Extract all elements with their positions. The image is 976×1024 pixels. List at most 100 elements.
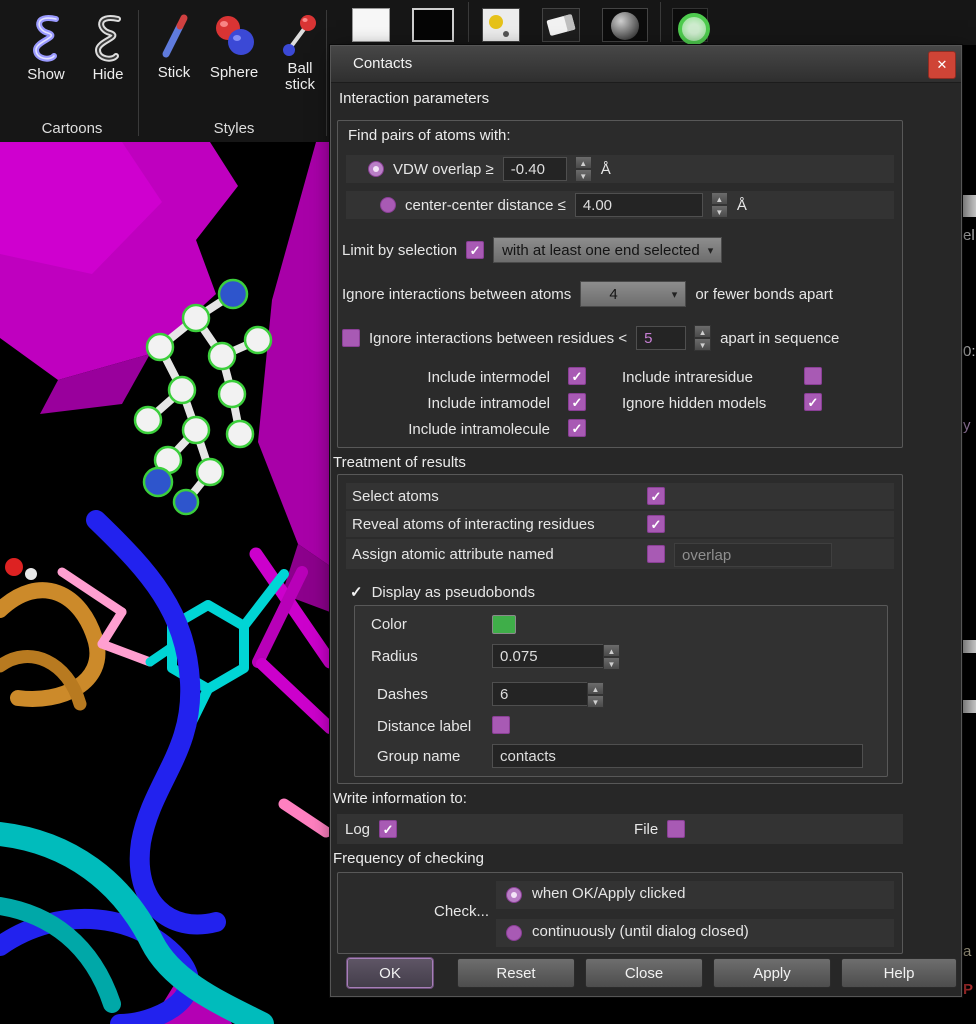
surface-sphere-button[interactable] (602, 8, 648, 42)
spin-down-icon[interactable]: ▼ (711, 205, 728, 218)
clipped-text-fragment: el (963, 227, 975, 244)
clipped-text-fragment: y (963, 417, 971, 434)
include-intramolecule-checkbox[interactable]: ✓ (568, 419, 586, 437)
dashes-label: Dashes (377, 686, 428, 703)
distance-label-label: Distance label (377, 718, 471, 735)
spin-down-icon[interactable]: ▼ (694, 338, 711, 351)
pseudobonds-toggle-row[interactable]: ✓ Display as pseudobonds (350, 581, 894, 603)
spin-up-icon[interactable]: ▲ (587, 682, 604, 695)
assign-attribute-field[interactable]: overlap (674, 543, 832, 567)
close-dialog-button[interactable]: Close (585, 958, 703, 988)
residues-apart-checkbox[interactable] (342, 329, 360, 347)
dialog-title: Contacts (353, 46, 412, 82)
center-distance-field[interactable]: 4.00 (575, 193, 703, 217)
select-atoms-label: Select atoms (352, 488, 439, 505)
limit-selection-row: Limit by selection ✓ with at least one e… (342, 235, 894, 265)
check-on-apply-radio[interactable] (506, 887, 522, 903)
white-color-swatch-button[interactable] (352, 8, 390, 42)
spin-up-icon[interactable]: ▲ (603, 644, 620, 657)
check-continuously-label: continuously (until dialog closed) (532, 923, 749, 940)
spin-up-icon[interactable]: ▲ (711, 192, 728, 205)
file-checkbox[interactable] (667, 820, 685, 838)
cartoon-hide-button[interactable]: Hide (80, 12, 136, 84)
treatment-section-label: Treatment of results (333, 454, 466, 471)
color-label: Color (371, 616, 407, 633)
vdw-unit-label: Å (601, 161, 611, 178)
spin-down-icon[interactable]: ▼ (575, 169, 592, 182)
write-section-label: Write information to: (333, 790, 467, 807)
spin-up-icon[interactable]: ▲ (694, 325, 711, 338)
spin-down-icon[interactable]: ▼ (587, 695, 604, 708)
distance-label-checkbox[interactable] (492, 716, 510, 734)
eraser-tool-button[interactable] (542, 8, 580, 42)
interaction-parameters-label: Interaction parameters (339, 90, 489, 107)
spin-down-icon[interactable]: ▼ (603, 657, 620, 670)
residues-apart-field[interactable]: 5 (636, 326, 686, 350)
ignore-hidden-checkbox[interactable]: ✓ (804, 393, 822, 411)
vdw-overlap-spinner[interactable]: ▲▼ (575, 156, 592, 182)
check-icon: ✓ (572, 396, 583, 409)
pseudobond-color-swatch[interactable] (492, 615, 516, 634)
residues-apart-spinner[interactable]: ▲▼ (694, 325, 711, 351)
assign-attribute-checkbox[interactable] (647, 545, 665, 563)
vdw-overlap-field[interactable]: -0.40 (503, 157, 567, 181)
vdw-overlap-radio[interactable] (368, 161, 384, 177)
molecular-viewport[interactable] (0, 142, 330, 1024)
dialog-button-row: OK Reset Close Apply Help (331, 958, 963, 990)
assign-attribute-label: Assign atomic attribute named (352, 546, 554, 563)
style-ballstick-label-2: stick (285, 76, 315, 94)
group-name-field[interactable]: contacts (492, 744, 863, 768)
include-intramodel-checkbox[interactable]: ✓ (568, 393, 586, 411)
check-icon: ✓ (572, 370, 583, 383)
check-icon: ✓ (383, 823, 394, 836)
eraser-icon (546, 14, 575, 36)
toolbar-separator (326, 10, 327, 136)
residues-apart-suffix: apart in sequence (720, 330, 839, 347)
dialog-titlebar[interactable]: Contacts ✕ (331, 46, 961, 83)
include-intramolecule-label: Include intramolecule (362, 421, 550, 438)
close-button[interactable]: ✕ (928, 51, 956, 79)
ok-button[interactable]: OK (347, 958, 433, 988)
vdw-overlap-row: VDW overlap ≥ -0.40▲▼ Å (346, 155, 894, 183)
style-ballstick-button[interactable]: Ball stick (272, 12, 328, 94)
reset-button[interactable]: Reset (457, 958, 575, 988)
cartoon-show-icon (24, 12, 68, 64)
cartoon-show-button[interactable]: Show (18, 12, 74, 84)
green-circle-button[interactable] (672, 8, 708, 42)
center-distance-unit-label: Å (737, 197, 747, 214)
select-atoms-checkbox[interactable]: ✓ (647, 487, 665, 505)
black-color-swatch-button[interactable] (412, 8, 454, 42)
center-distance-radio[interactable] (380, 197, 396, 213)
style-sphere-label: Sphere (210, 64, 258, 82)
help-button[interactable]: Help (841, 958, 957, 988)
center-distance-label: center-center distance ≤ (405, 197, 566, 214)
check-on-apply-label: when OK/Apply clicked (532, 885, 685, 902)
style-stick-button[interactable]: Stick (146, 12, 202, 82)
frequency-section-label: Frequency of checking (333, 850, 484, 867)
style-sphere-button[interactable]: Sphere (206, 12, 262, 82)
include-intermodel-label: Include intermodel (362, 369, 550, 386)
check-continuously-radio[interactable] (506, 925, 522, 941)
file-label: File (634, 821, 658, 838)
radius-label: Radius (371, 648, 418, 665)
limit-selection-dropdown[interactable]: with at least one end selected▾ (493, 237, 722, 263)
radius-field[interactable]: 0.075 (492, 644, 604, 668)
radius-spinner[interactable]: ▲▼ (603, 644, 620, 670)
clipped-text-fragment: a (963, 943, 971, 960)
log-checkbox[interactable]: ✓ (379, 820, 397, 838)
bonds-apart-dropdown[interactable]: 4▾ (580, 281, 686, 307)
dashes-field[interactable]: 6 (492, 682, 588, 706)
spin-up-icon[interactable]: ▲ (575, 156, 592, 169)
background-panel-fragment (963, 195, 976, 217)
reveal-atoms-checkbox[interactable]: ✓ (647, 515, 665, 533)
dashes-spinner[interactable]: ▲▼ (587, 682, 604, 708)
treatment-groupbox: Select atoms ✓ Reveal atoms of interacti… (337, 474, 903, 784)
spray-tool-button[interactable] (482, 8, 520, 42)
include-intermodel-checkbox[interactable]: ✓ (568, 367, 586, 385)
center-distance-spinner[interactable]: ▲▼ (711, 192, 728, 218)
limit-selection-checkbox[interactable]: ✓ (466, 241, 484, 259)
include-intraresidue-checkbox[interactable] (804, 367, 822, 385)
clipped-text-fragment: P (963, 981, 973, 998)
contacts-dialog: Contacts ✕ Interaction parameters Find p… (330, 45, 962, 997)
apply-button[interactable]: Apply (713, 958, 831, 988)
